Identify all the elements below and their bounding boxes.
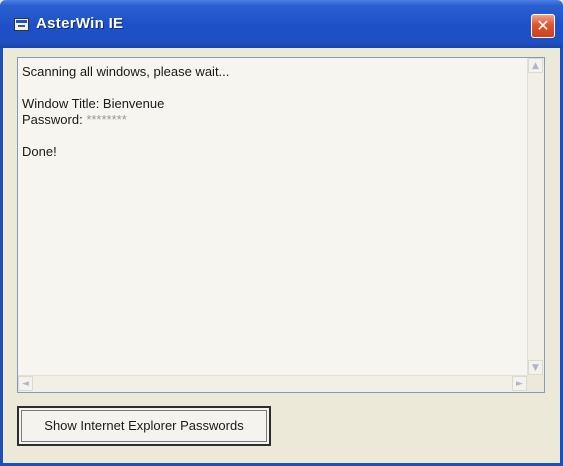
output-line-password: Password: ******** — [22, 112, 524, 128]
asterwin-ie-window: AsterWin IE ✕ Scanning all windows, plea… — [0, 0, 563, 466]
output-line-blank — [22, 80, 524, 96]
window-title: AsterWin IE — [36, 15, 124, 32]
password-value: ******** — [86, 112, 127, 127]
title-bar[interactable]: AsterWin IE ✕ — [0, 0, 563, 48]
output-text: Scanning all windows, please wait... Win… — [22, 64, 524, 160]
horizontal-scrollbar[interactable]: ◄ ► — [18, 375, 527, 392]
close-button[interactable]: ✕ — [531, 14, 555, 38]
scroll-up-icon[interactable]: ▲ — [528, 58, 543, 73]
scroll-right-icon[interactable]: ► — [512, 376, 527, 391]
show-ie-passwords-button[interactable]: Show Internet Explorer Passwords — [17, 406, 271, 446]
output-line-window-title: Window Title: Bienvenue — [22, 96, 165, 111]
output-line-done: Done! — [22, 144, 57, 159]
client-area: Scanning all windows, please wait... Win… — [3, 48, 560, 463]
scroll-left-icon[interactable]: ◄ — [18, 376, 33, 391]
output-line-blank — [22, 128, 524, 144]
scroll-down-icon[interactable]: ▼ — [528, 360, 543, 375]
output-line-scanning: Scanning all windows, please wait... — [22, 64, 230, 79]
password-label: Password: — [22, 112, 87, 127]
vertical-scrollbar[interactable]: ▲ ▼ — [527, 58, 544, 375]
app-window-icon — [14, 18, 29, 31]
output-textbox[interactable]: Scanning all windows, please wait... Win… — [17, 57, 545, 393]
scrollbar-corner — [527, 375, 544, 392]
